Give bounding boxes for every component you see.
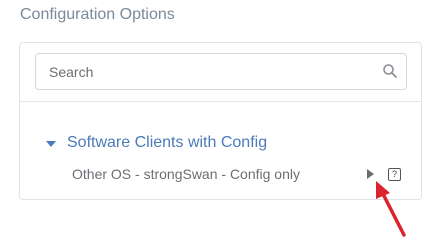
help-icon[interactable]: ? <box>388 168 401 181</box>
panel-header <box>20 43 421 102</box>
caret-down-icon[interactable] <box>46 140 56 147</box>
item-label[interactable]: Other OS - strongSwan - Config only <box>72 166 300 182</box>
list-item[interactable]: Other OS - strongSwan - Config only ? <box>72 164 402 184</box>
play-icon[interactable] <box>367 169 374 179</box>
search-input[interactable] <box>36 54 366 89</box>
group-title[interactable]: Software Clients with Config <box>67 134 267 152</box>
page: Configuration Options Software Clients w… <box>0 0 440 250</box>
search-icon[interactable] <box>382 63 398 79</box>
section-title: Configuration Options <box>20 6 175 23</box>
group-header-toggle[interactable]: Software Clients with Config <box>46 133 267 153</box>
config-options-panel: Software Clients with Config Other OS - … <box>19 42 422 200</box>
search-box[interactable] <box>35 53 407 90</box>
